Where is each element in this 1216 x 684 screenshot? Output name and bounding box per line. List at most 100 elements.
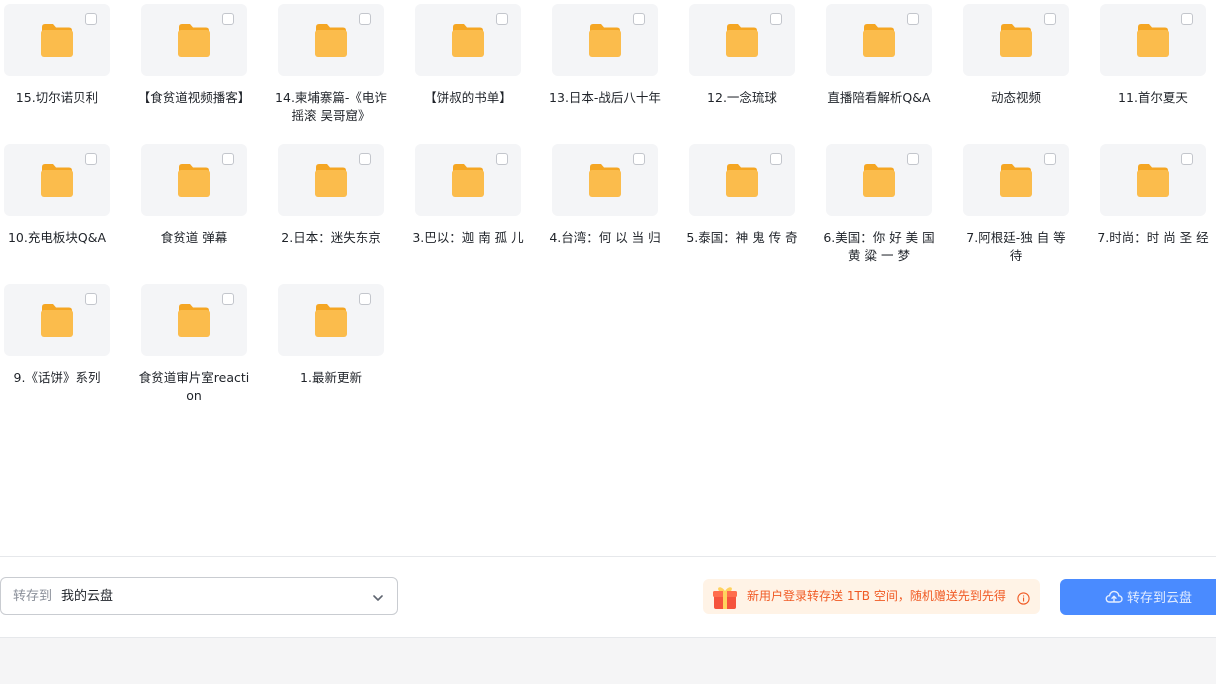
folder-tile[interactable]: 10.充电板块Q&A <box>4 144 110 274</box>
folder-thumbnail[interactable] <box>4 4 110 76</box>
folder-tile[interactable]: 3.巴以：迦 南 孤 儿 <box>412 144 524 274</box>
folder-icon <box>862 22 896 58</box>
folder-thumbnail[interactable] <box>141 284 247 356</box>
folder-checkbox[interactable] <box>1181 13 1193 25</box>
folder-tile[interactable]: 7.时尚：时 尚 圣 经 <box>1097 144 1209 274</box>
folder-icon <box>862 162 896 198</box>
folder-thumbnail[interactable] <box>278 4 384 76</box>
folder-tile[interactable]: 1.最新更新 <box>278 284 384 414</box>
folder-tile[interactable]: 6.美国：你 好 美 国 黄 粱 一 梦 <box>823 144 935 274</box>
folder-checkbox[interactable] <box>85 13 97 25</box>
info-icon[interactable] <box>1017 590 1030 605</box>
folder-thumbnail[interactable] <box>826 144 932 216</box>
folder-tile[interactable]: 14.柬埔寨篇-《电诈 摇滚 吴哥窟》 <box>275 4 387 134</box>
folder-thumbnail[interactable] <box>1100 4 1206 76</box>
folder-thumbnail[interactable] <box>278 284 384 356</box>
folder-thumbnail[interactable] <box>141 144 247 216</box>
folder-name: 2.日本：迷失东京 <box>281 230 381 245</box>
folder-checkbox[interactable] <box>222 153 234 165</box>
folder-name: 9.《话饼》系列 <box>13 370 101 385</box>
folder-checkbox[interactable] <box>907 153 919 165</box>
folder-tile[interactable]: 直播陪看解析Q&A <box>826 4 932 134</box>
folder-icon <box>999 162 1033 198</box>
folder-tile[interactable]: 12.一念琉球 <box>689 4 795 134</box>
folder-icon <box>588 22 622 58</box>
folder-name: 11.首尔夏天 <box>1118 90 1188 105</box>
folder-checkbox[interactable] <box>222 13 234 25</box>
folder-name: 7.时尚：时 尚 圣 经 <box>1097 230 1209 245</box>
folder-checkbox[interactable] <box>1044 153 1056 165</box>
folder-checkbox[interactable] <box>496 13 508 25</box>
folder-tile[interactable]: 动态视频 <box>963 4 1069 134</box>
folder-checkbox[interactable] <box>633 13 645 25</box>
chevron-down-icon[interactable] <box>371 590 385 604</box>
folder-icon <box>314 162 348 198</box>
folder-tile[interactable]: 食贫道 弹幕 <box>141 144 247 274</box>
folder-icon <box>725 22 759 58</box>
folder-checkbox[interactable] <box>1181 153 1193 165</box>
folder-tile[interactable]: 4.台湾：何 以 当 归 <box>549 144 661 274</box>
folder-icon <box>451 162 485 198</box>
folder-thumbnail[interactable] <box>415 144 521 216</box>
folder-checkbox[interactable] <box>359 153 371 165</box>
folder-thumbnail[interactable] <box>4 144 110 216</box>
promo-text: 新用户登录转存送 1TB 空间，随机赠送先到先得 <box>747 589 1006 603</box>
folder-icon <box>40 162 74 198</box>
folder-checkbox[interactable] <box>770 153 782 165</box>
folder-icon <box>314 302 348 338</box>
save-to-cloud-button[interactable]: 转存到云盘 <box>1060 579 1216 615</box>
folder-name: 7.阿根廷-独 自 等 待 <box>966 230 1066 263</box>
folder-thumbnail[interactable] <box>689 4 795 76</box>
folder-checkbox[interactable] <box>359 13 371 25</box>
folder-icon <box>451 22 485 58</box>
folder-tile[interactable]: 15.切尔诺贝利 <box>4 4 110 134</box>
folder-tile[interactable]: 7.阿根廷-独 自 等 待 <box>963 144 1069 274</box>
folder-name: 【饼叔的书单】 <box>424 90 512 105</box>
folder-thumbnail[interactable] <box>826 4 932 76</box>
folder-name: 4.台湾：何 以 当 归 <box>549 230 661 245</box>
folder-checkbox[interactable] <box>770 13 782 25</box>
folder-icon <box>999 22 1033 58</box>
folder-thumbnail[interactable] <box>1100 144 1206 216</box>
folder-thumbnail[interactable] <box>415 4 521 76</box>
folder-tile[interactable]: 9.《话饼》系列 <box>4 284 110 414</box>
folder-tile[interactable]: 食贫道审片室reaction <box>139 284 249 414</box>
folder-icon <box>177 162 211 198</box>
promo-banner: 新用户登录转存送 1TB 空间，随机赠送先到先得 <box>703 579 1040 614</box>
folder-name: 动态视频 <box>990 90 1041 105</box>
folder-thumbnail[interactable] <box>552 4 658 76</box>
folder-icon <box>40 302 74 338</box>
folder-thumbnail[interactable] <box>963 144 1069 216</box>
folder-name: 1.最新更新 <box>300 370 362 385</box>
save-location-label: 转存到 <box>13 589 53 604</box>
folder-checkbox[interactable] <box>907 13 919 25</box>
folder-thumbnail[interactable] <box>278 144 384 216</box>
folder-thumbnail[interactable] <box>963 4 1069 76</box>
save-location-select[interactable]: 转存到 我的云盘 <box>0 577 398 615</box>
folder-icon <box>314 22 348 58</box>
folder-thumbnail[interactable] <box>4 284 110 356</box>
save-location-value: 我的云盘 <box>61 589 114 604</box>
folder-icon <box>177 22 211 58</box>
save-button-label: 转存到云盘 <box>1127 590 1193 605</box>
folder-tile[interactable]: 13.日本-战后八十年 <box>549 4 661 134</box>
folder-checkbox[interactable] <box>85 153 97 165</box>
folder-checkbox[interactable] <box>222 293 234 305</box>
folder-tile[interactable]: 11.首尔夏天 <box>1100 4 1206 134</box>
folder-name: 食贫道审片室reaction <box>138 370 250 403</box>
folder-thumbnail[interactable] <box>689 144 795 216</box>
folder-thumbnail[interactable] <box>552 144 658 216</box>
folder-name: 食贫道 弹幕 <box>160 230 228 245</box>
folder-tile[interactable]: 【饼叔的书单】 <box>415 4 521 134</box>
folder-checkbox[interactable] <box>1044 13 1056 25</box>
folder-icon <box>588 162 622 198</box>
folder-tile[interactable]: 2.日本：迷失东京 <box>278 144 384 274</box>
folder-checkbox[interactable] <box>359 293 371 305</box>
folder-name: 【食贫道视频播客】 <box>137 90 251 105</box>
folder-thumbnail[interactable] <box>141 4 247 76</box>
folder-checkbox[interactable] <box>633 153 645 165</box>
folder-tile[interactable]: 【食贫道视频播客】 <box>138 4 250 134</box>
folder-checkbox[interactable] <box>496 153 508 165</box>
folder-checkbox[interactable] <box>85 293 97 305</box>
folder-tile[interactable]: 5.泰国：神 鬼 传 奇 <box>686 144 798 274</box>
